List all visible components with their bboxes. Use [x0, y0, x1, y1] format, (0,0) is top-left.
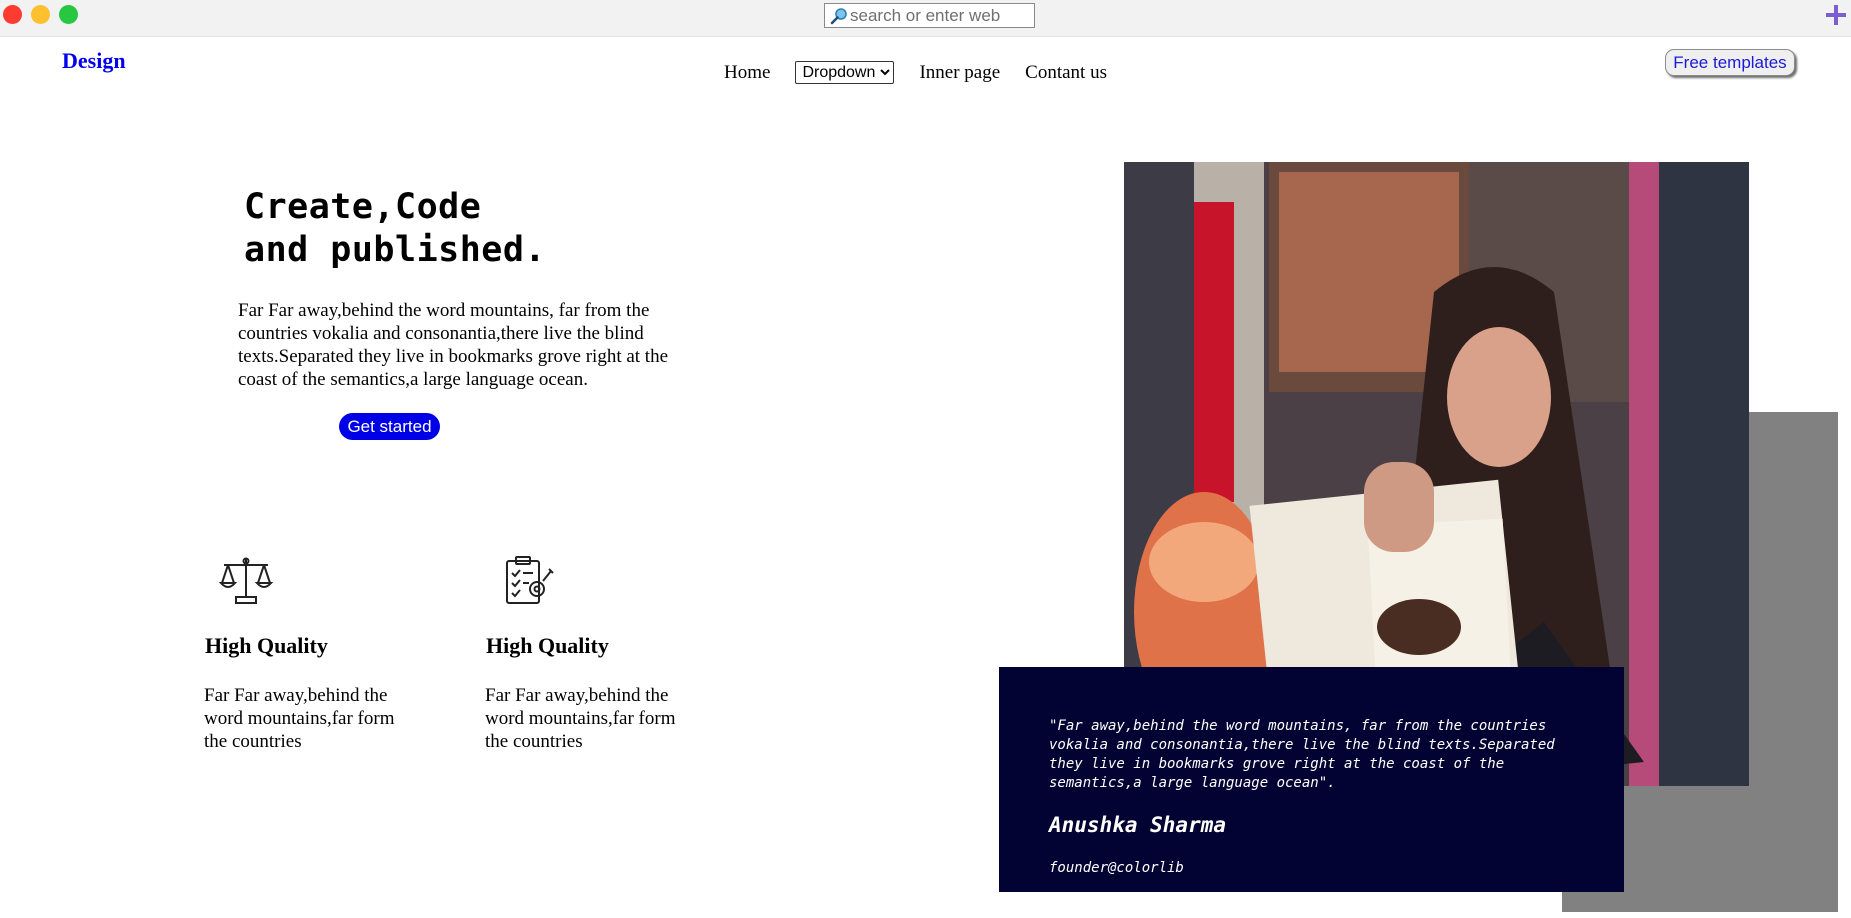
- hero-title-line-2: and published.: [244, 230, 547, 270]
- testimonial-author-role: founder@colorlib: [1049, 860, 1184, 876]
- testimonial-card: "Far away,behind the word mountains, far…: [999, 667, 1624, 892]
- close-window-button[interactable]: [3, 5, 22, 24]
- nav-link-contact[interactable]: Contant us: [1025, 62, 1107, 84]
- address-bar[interactable]: [824, 3, 1035, 28]
- feature-card: High Quality Far Far away,behind the wor…: [485, 553, 705, 752]
- clipboard-gear-icon: [506, 556, 554, 604]
- get-started-button[interactable]: Get started: [339, 413, 440, 440]
- maximize-window-button[interactable]: [59, 5, 78, 24]
- testimonial-quote: "Far away,behind the word mountains, far…: [1049, 718, 1555, 791]
- browser-toolbar: [0, 0, 1851, 37]
- feature-title: High Quality: [205, 633, 328, 658]
- search-icon: [830, 7, 847, 24]
- main-nav: Home Dropdown Inner page Contant us: [724, 61, 1107, 84]
- feature-title: High Quality: [486, 633, 609, 658]
- hero-description: Far Far away,behind the word mountains, …: [238, 300, 669, 390]
- hero-title: Create,Code and published.: [244, 186, 546, 272]
- feature-text: Far Far away,behind the word mountains,f…: [204, 685, 395, 752]
- feature-text: Far Far away,behind the word mountains,f…: [485, 685, 676, 752]
- feature-card: High Quality Far Far away,behind the wor…: [204, 553, 424, 752]
- scales-icon: [218, 557, 274, 604]
- nav-dropdown[interactable]: Dropdown: [795, 61, 895, 84]
- testimonial-author: Anushka Sharma: [1049, 813, 1227, 837]
- free-templates-button[interactable]: Free templates: [1665, 49, 1795, 76]
- new-tab-plus-icon[interactable]: [1823, 2, 1849, 28]
- address-input[interactable]: [850, 5, 1030, 26]
- hero-title-line-1: Create,Code: [244, 187, 482, 227]
- site-logo[interactable]: Design: [62, 48, 126, 74]
- minimize-window-button[interactable]: [31, 5, 50, 24]
- nav-link-inner-page[interactable]: Inner page: [919, 62, 1000, 84]
- nav-link-home[interactable]: Home: [724, 62, 770, 84]
